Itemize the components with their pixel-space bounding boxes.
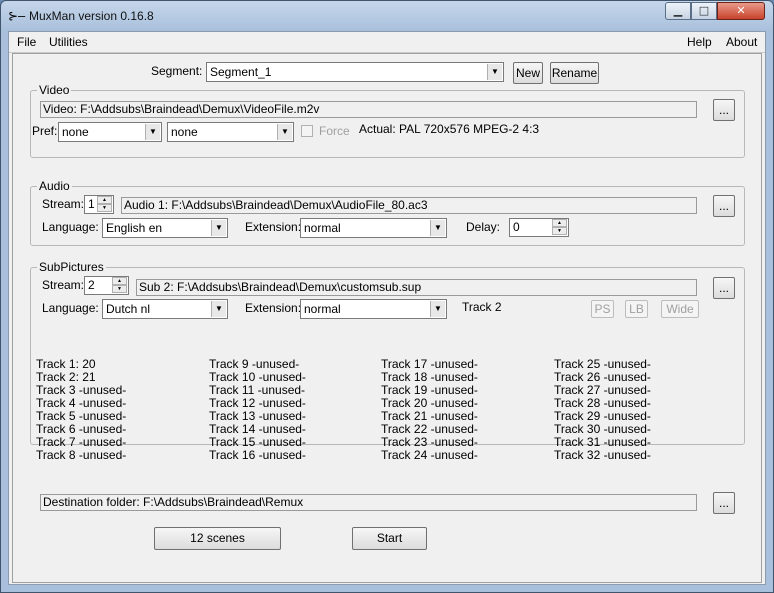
segment-label: Segment:	[151, 64, 203, 78]
audio-stream-label: Stream:	[42, 197, 85, 211]
new-segment-button[interactable]: New	[513, 62, 543, 84]
track-column-4: Track 25 -unused- Track 26 -unused- Trac…	[554, 358, 651, 462]
chevron-down-icon[interactable]: ▼	[277, 124, 292, 140]
sub-language-value: Dutch nl	[106, 302, 151, 316]
arrow-down-icon[interactable]: ▼	[97, 204, 112, 212]
sub-extension-value: normal	[304, 302, 341, 316]
pref-2-value: none	[171, 125, 198, 139]
sub-stream-value: 2	[88, 278, 95, 292]
destination-browse-button[interactable]: ...	[713, 492, 735, 514]
track-item: Track 16 -unused-	[209, 448, 306, 462]
sub-language-label: Language:	[42, 301, 99, 315]
window-title: MuxMan version 0.16.8	[29, 9, 154, 23]
minimize-icon: ▁	[673, 4, 683, 17]
track-item: Track 24 -unused-	[381, 448, 478, 462]
ps-button[interactable]: PS	[591, 300, 614, 318]
menu-file[interactable]: File	[17, 35, 36, 49]
chevron-down-icon[interactable]: ▼	[430, 301, 445, 317]
pref-label: Pref:	[32, 124, 58, 138]
arrow-up-icon[interactable]: ▲	[112, 277, 127, 285]
maximize-icon: □	[698, 4, 710, 17]
audio-language-value: English en	[106, 221, 163, 235]
audio-file-field: Audio 1: F:\Addsubs\Braindead\Demux\Audi…	[121, 197, 697, 214]
pref-select-2[interactable]: none ▼	[167, 122, 294, 142]
sub-stream-label: Stream:	[42, 278, 85, 292]
audio-stream-value: 1	[88, 197, 95, 211]
minimize-button[interactable]: ▁	[665, 2, 691, 20]
force-label: Force	[319, 124, 350, 138]
sub-track-label: Track 2	[462, 300, 502, 314]
audio-extension-value: normal	[304, 221, 341, 235]
client-area: File Utilities Help About Segment: Segme…	[8, 31, 766, 585]
rename-segment-button[interactable]: Rename	[550, 62, 599, 84]
destination-folder-field: Destination folder: F:\Addsubs\Braindead…	[40, 494, 697, 511]
video-group-title: Video	[37, 83, 72, 97]
sub-stream-updown[interactable]: ▲ ▼	[112, 277, 127, 294]
sub-extension-select[interactable]: normal ▼	[300, 299, 447, 319]
force-checkbox[interactable]	[301, 125, 313, 137]
subpictures-group-title: SubPictures	[37, 260, 106, 274]
arrow-down-icon[interactable]: ▼	[552, 227, 567, 235]
arrow-down-icon[interactable]: ▼	[112, 285, 127, 293]
menu-utilities[interactable]: Utilities	[49, 35, 88, 49]
audio-language-label: Language:	[42, 220, 99, 234]
maximize-button[interactable]: □	[691, 2, 717, 20]
scenes-button[interactable]: 12 scenes	[154, 527, 281, 550]
audio-group-title: Audio	[37, 179, 72, 193]
chevron-down-icon[interactable]: ▼	[430, 220, 445, 236]
audio-language-select[interactable]: English en ▼	[102, 218, 228, 238]
menu-help[interactable]: Help	[687, 35, 712, 49]
segment-select[interactable]: Segment_1 ▼	[206, 62, 504, 82]
audio-browse-button[interactable]: ...	[713, 195, 735, 217]
arrow-up-icon[interactable]: ▲	[552, 219, 567, 227]
sub-file-field: Sub 2: F:\Addsubs\Braindead\Demux\custom…	[136, 279, 697, 296]
close-button[interactable]: ✕	[717, 2, 765, 20]
sub-language-select[interactable]: Dutch nl ▼	[102, 299, 228, 319]
audio-extension-select[interactable]: normal ▼	[300, 218, 447, 238]
arrow-up-icon[interactable]: ▲	[97, 196, 112, 204]
pref-1-value: none	[62, 125, 89, 139]
start-button[interactable]: Start	[352, 527, 427, 550]
audio-stream-updown[interactable]: ▲ ▼	[97, 196, 112, 213]
title-bar[interactable]: ⊱– MuxMan version 0.16.8 ▁ □ ✕	[1, 1, 773, 31]
audio-extension-label: Extension:	[245, 220, 302, 234]
delay-label: Delay:	[466, 220, 501, 234]
chevron-down-icon[interactable]: ▼	[211, 220, 226, 236]
segment-value: Segment_1	[210, 65, 272, 79]
track-column-1: Track 1: 20 Track 2: 21 Track 3 -unused-…	[36, 358, 126, 462]
delay-value: 0	[513, 220, 520, 234]
chevron-down-icon[interactable]: ▼	[211, 301, 226, 317]
close-icon: ✕	[736, 4, 746, 17]
audio-stream-stepper[interactable]: 1 ▲ ▼	[84, 195, 114, 214]
track-item: Track 8 -unused-	[36, 448, 127, 462]
delay-updown[interactable]: ▲ ▼	[552, 219, 567, 236]
video-file-field: Video: F:\Addsubs\Braindead\Demux\VideoF…	[40, 101, 697, 118]
video-actual-info: Actual: PAL 720x576 MPEG-2 4:3	[359, 122, 540, 136]
menu-about[interactable]: About	[726, 35, 757, 49]
track-item: Track 32 -unused-	[554, 448, 651, 462]
menu-bar: File Utilities Help About	[9, 32, 765, 53]
video-browse-button[interactable]: ...	[713, 99, 735, 121]
pref-select-1[interactable]: none ▼	[58, 122, 162, 142]
muxman-window: ⊱– MuxMan version 0.16.8 ▁ □ ✕ File Util…	[0, 0, 774, 593]
lb-button[interactable]: LB	[625, 300, 648, 318]
track-column-2: Track 9 -unused- Track 10 -unused- Track…	[209, 358, 306, 462]
sub-extension-label: Extension:	[245, 301, 302, 315]
chevron-down-icon[interactable]: ▼	[487, 64, 502, 80]
wide-button[interactable]: Wide	[661, 300, 699, 318]
chevron-down-icon[interactable]: ▼	[145, 124, 160, 140]
muxman-icon: ⊱–	[8, 9, 26, 23]
delay-stepper[interactable]: 0 ▲ ▼	[509, 218, 569, 237]
main-panel: Segment: Segment_1 ▼ New Rename Video Vi…	[12, 53, 762, 583]
sub-stream-stepper[interactable]: 2 ▲ ▼	[84, 276, 129, 295]
sub-browse-button[interactable]: ...	[713, 277, 735, 299]
track-column-3: Track 17 -unused- Track 18 -unused- Trac…	[381, 358, 478, 462]
